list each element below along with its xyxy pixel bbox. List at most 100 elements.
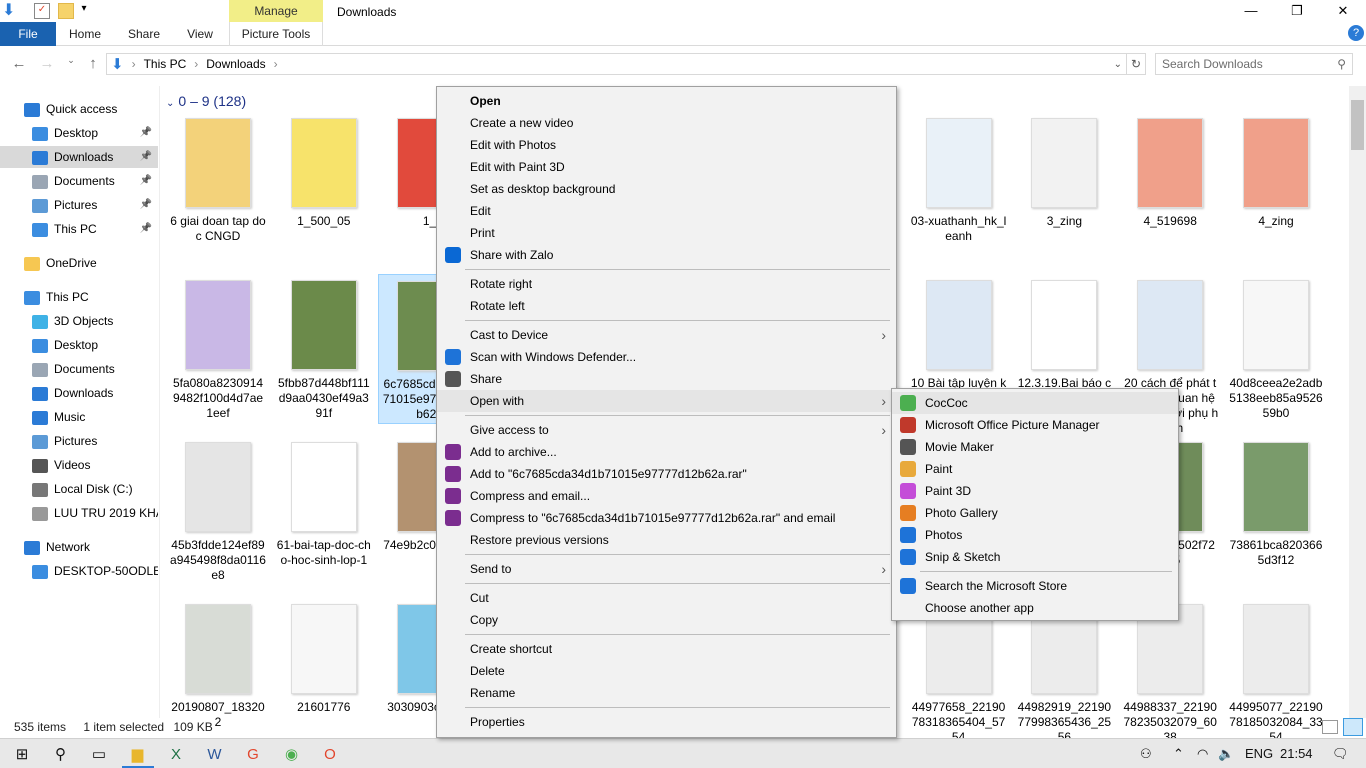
menu-item-delete[interactable]: Delete bbox=[437, 660, 896, 682]
menu-item-create-shortcut[interactable]: Create shortcut bbox=[437, 638, 896, 660]
tab-view[interactable]: View bbox=[176, 22, 224, 46]
file-tile[interactable]: 4_zing bbox=[1224, 112, 1328, 262]
people-icon[interactable]: ⚇ bbox=[1140, 746, 1152, 762]
breadcrumb-this-pc[interactable]: This PC bbox=[144, 57, 187, 71]
file-tile[interactable]: 45b3fdde124ef89a945498f8da0116e8 bbox=[166, 436, 270, 586]
tab-home[interactable]: Home bbox=[60, 22, 110, 46]
menu-item-share-with-zalo[interactable]: Share with Zalo bbox=[437, 244, 896, 266]
sidebar-item-this-pc[interactable]: This PC bbox=[0, 286, 158, 308]
forward-button[interactable]: → bbox=[38, 55, 56, 73]
sidebar-item-local-disk-c-[interactable]: Local Disk (C:) bbox=[0, 478, 158, 500]
menu-item-send-to[interactable]: Send to › bbox=[437, 558, 896, 580]
menu-item-share[interactable]: Share bbox=[437, 368, 896, 390]
sidebar-item-luu-tru-2019-khanh[interactable]: LUU TRU 2019 KHANH bbox=[0, 502, 158, 524]
sidebar-item-downloads[interactable]: Downloads 📌 bbox=[0, 146, 158, 168]
office-icon[interactable]: O bbox=[314, 742, 346, 768]
menu-item-add-to-6c7685cda34d1b71015e977[interactable]: Add to "6c7685cda34d1b71015e97777d12b62a… bbox=[437, 463, 896, 485]
close-button[interactable]: ✕ bbox=[1320, 0, 1366, 22]
details-view-button[interactable] bbox=[1322, 720, 1338, 734]
sidebar-item-desktop-50odlem[interactable]: DESKTOP-50ODLEM bbox=[0, 560, 158, 582]
manage-context-tab[interactable]: Manage bbox=[229, 0, 323, 22]
vertical-scrollbar[interactable] bbox=[1349, 86, 1366, 718]
group-header[interactable]: ⌄ 0 – 9 (128) bbox=[166, 93, 246, 109]
menu-item-coccoc[interactable]: CocCoc bbox=[892, 392, 1178, 414]
sidebar-item-quick-access[interactable]: Quick access bbox=[0, 98, 158, 120]
foxit-icon[interactable]: G bbox=[237, 742, 269, 768]
file-tile[interactable]: 73861bca8203665d3f12 bbox=[1224, 436, 1328, 586]
file-explorer-icon[interactable]: ▆ bbox=[121, 742, 154, 768]
menu-item-scan-with-windows-defender-[interactable]: Scan with Windows Defender... bbox=[437, 346, 896, 368]
menu-item-photo-gallery[interactable]: Photo Gallery bbox=[892, 502, 1178, 524]
pin-icon[interactable]: 📌 bbox=[140, 170, 152, 192]
file-tile[interactable]: 61-bai-tap-doc-cho-hoc-sinh-lop-1 bbox=[272, 436, 376, 586]
menu-item-paint[interactable]: Paint bbox=[892, 458, 1178, 480]
new-folder-icon[interactable] bbox=[58, 3, 74, 19]
windows-icon[interactable]: ⊞ bbox=[6, 742, 38, 768]
help-button[interactable]: ? bbox=[1348, 25, 1364, 41]
file-tile[interactable]: 5fa080a82309149482f100d4d7ae1eef bbox=[166, 274, 270, 424]
file-tile[interactable]: 03-xuathanh_hk_leanh bbox=[907, 112, 1011, 262]
refresh-button[interactable]: ↻ bbox=[1126, 53, 1146, 75]
volume-icon[interactable]: 🔈 bbox=[1218, 746, 1234, 762]
recent-locations-button[interactable]: ⌄ bbox=[62, 55, 80, 73]
menu-item-edit[interactable]: Edit bbox=[437, 200, 896, 222]
word-icon[interactable]: W bbox=[199, 742, 231, 768]
clock[interactable]: 21:54 bbox=[1280, 746, 1313, 761]
menu-item-add-to-archive-[interactable]: Add to archive... bbox=[437, 441, 896, 463]
show-hidden-icons[interactable]: ⌃ bbox=[1173, 746, 1184, 762]
customize-toolbar-icon[interactable]: ▾ bbox=[76, 3, 92, 19]
sidebar-item-onedrive[interactable]: OneDrive bbox=[0, 252, 158, 274]
sidebar-item-music[interactable]: Music bbox=[0, 406, 158, 428]
menu-item-search-the-microsoft-store[interactable]: Search the Microsoft Store bbox=[892, 575, 1178, 597]
sidebar-item-this-pc[interactable]: This PC 📌 bbox=[0, 218, 158, 240]
pin-icon[interactable]: 📌 bbox=[140, 194, 152, 216]
sidebar-item-downloads[interactable]: Downloads bbox=[0, 382, 158, 404]
menu-item-cast-to-device[interactable]: Cast to Device › bbox=[437, 324, 896, 346]
up-button[interactable]: ↑ bbox=[84, 55, 102, 73]
menu-item-open-with[interactable]: Open with › bbox=[437, 390, 896, 412]
coccoc-icon[interactable]: ◉ bbox=[276, 742, 308, 768]
file-tile[interactable]: 4_519698 bbox=[1118, 112, 1222, 262]
maximize-button[interactable]: ❐ bbox=[1274, 0, 1320, 22]
menu-item-rotate-right[interactable]: Rotate right bbox=[437, 273, 896, 295]
sidebar-item-documents[interactable]: Documents bbox=[0, 358, 158, 380]
menu-item-paint-3d[interactable]: Paint 3D bbox=[892, 480, 1178, 502]
back-button[interactable]: ← bbox=[10, 55, 28, 73]
menu-item-rotate-left[interactable]: Rotate left bbox=[437, 295, 896, 317]
menu-item-edit-with-photos[interactable]: Edit with Photos bbox=[437, 134, 896, 156]
sidebar-item-network[interactable]: Network bbox=[0, 536, 158, 558]
task-view-icon[interactable]: ▭ bbox=[83, 742, 115, 768]
menu-item-photos[interactable]: Photos bbox=[892, 524, 1178, 546]
sidebar-item-videos[interactable]: Videos bbox=[0, 454, 158, 476]
file-tile[interactable]: 6 giai doan tap doc CNGD bbox=[166, 112, 270, 262]
menu-item-compress-to-6c7685cda34d1b7101[interactable]: Compress to "6c7685cda34d1b71015e97777d1… bbox=[437, 507, 896, 529]
wifi-icon[interactable]: ◠ bbox=[1197, 746, 1208, 762]
address-dropdown-icon[interactable]: ⌄ bbox=[1114, 59, 1122, 70]
menu-item-set-as-desktop-background[interactable]: Set as desktop background bbox=[437, 178, 896, 200]
scrollbar-thumb[interactable] bbox=[1351, 100, 1364, 150]
menu-item-copy[interactable]: Copy bbox=[437, 609, 896, 631]
menu-item-choose-another-app[interactable]: Choose another app bbox=[892, 597, 1178, 619]
language-indicator[interactable]: ENG bbox=[1245, 746, 1273, 761]
sidebar-item-pictures[interactable]: Pictures bbox=[0, 430, 158, 452]
sidebar-item-desktop[interactable]: Desktop 📌 bbox=[0, 122, 158, 144]
pin-icon[interactable]: 📌 bbox=[140, 122, 152, 144]
search-input[interactable]: Search Downloads ⚲ bbox=[1155, 53, 1353, 75]
pin-icon[interactable]: 📌 bbox=[140, 146, 152, 168]
tab-share[interactable]: Share bbox=[118, 22, 170, 46]
menu-item-movie-maker[interactable]: Movie Maker bbox=[892, 436, 1178, 458]
menu-item-cut[interactable]: Cut bbox=[437, 587, 896, 609]
tab-file[interactable]: File bbox=[0, 22, 56, 46]
sidebar-item-documents[interactable]: Documents 📌 bbox=[0, 170, 158, 192]
menu-item-properties[interactable]: Properties bbox=[437, 711, 896, 733]
file-tile[interactable]: 5fbb87d448bf111d9aa0430ef49a391f bbox=[272, 274, 376, 424]
menu-item-snip-sketch[interactable]: Snip & Sketch bbox=[892, 546, 1178, 568]
menu-item-edit-with-paint-3d[interactable]: Edit with Paint 3D bbox=[437, 156, 896, 178]
pin-icon[interactable]: 📌 bbox=[140, 218, 152, 240]
search-icon[interactable]: ⚲ bbox=[45, 742, 77, 768]
menu-item-give-access-to[interactable]: Give access to › bbox=[437, 419, 896, 441]
menu-item-open[interactable]: Open bbox=[437, 90, 896, 112]
action-center-icon[interactable]: 🗨 bbox=[1332, 746, 1349, 762]
sidebar-item-3d-objects[interactable]: 3D Objects bbox=[0, 310, 158, 332]
breadcrumb-downloads[interactable]: Downloads bbox=[206, 57, 265, 71]
